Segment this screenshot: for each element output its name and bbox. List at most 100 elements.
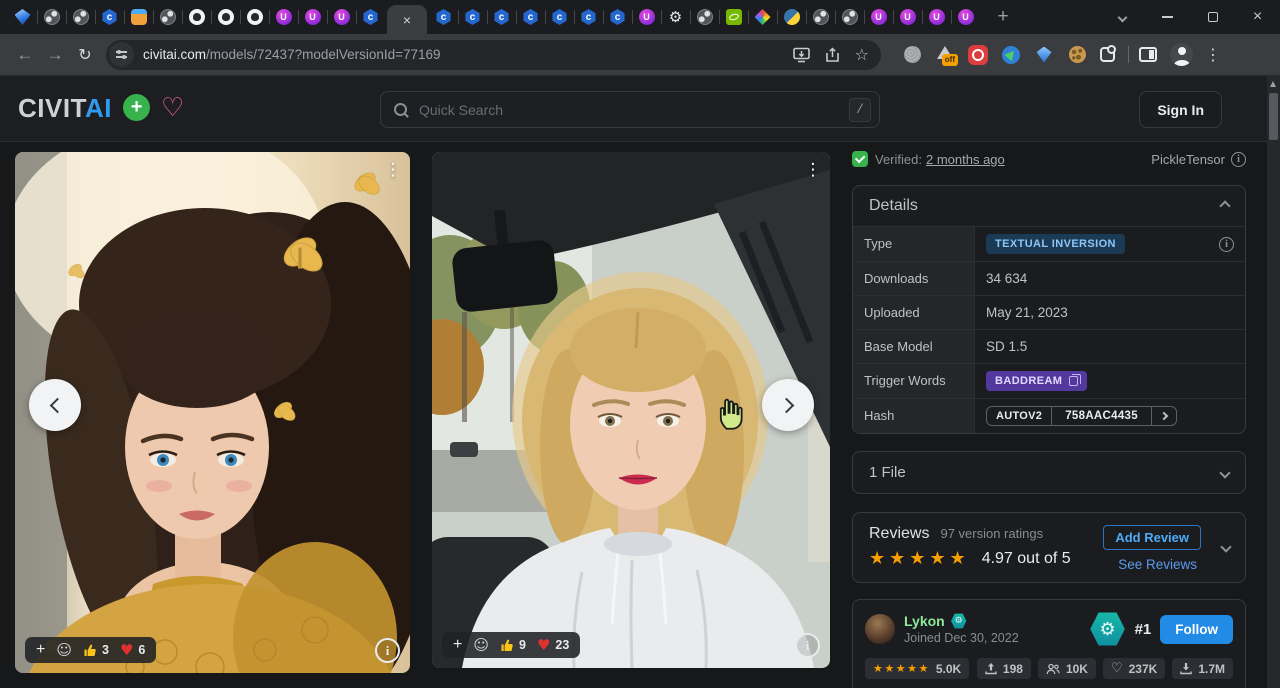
type-badge[interactable]: TEXTUAL INVERSION (986, 234, 1125, 254)
url-text[interactable]: civitai.com/models/72437?modelVersionId=… (143, 47, 441, 62)
side-panel-icon[interactable] (1139, 47, 1157, 62)
carousel-prev-button[interactable] (29, 379, 81, 431)
tab-search-chevron-icon[interactable] (1100, 0, 1145, 34)
tab-close-icon[interactable]: × (403, 13, 411, 27)
restore-button[interactable] (1190, 0, 1235, 34)
browser-tab[interactable] (690, 0, 719, 34)
quick-search-box[interactable]: / (380, 91, 880, 128)
browser-tab[interactable] (458, 0, 487, 34)
browser-tab[interactable] (951, 0, 980, 34)
browser-tab[interactable] (95, 0, 124, 34)
browser-tab[interactable] (487, 0, 516, 34)
browser-tab[interactable] (806, 0, 835, 34)
image-info-icon[interactable] (375, 638, 400, 663)
add-review-button[interactable]: Add Review (1103, 525, 1201, 550)
smiley-reaction-icon[interactable]: ☺ (56, 643, 72, 658)
share-icon[interactable] (825, 47, 840, 63)
hash-value[interactable]: 758AAC4435 (1051, 407, 1151, 425)
browser-tab[interactable] (864, 0, 893, 34)
back-icon[interactable]: ← (10, 45, 40, 65)
browser-tab[interactable] (66, 0, 95, 34)
browser-tab[interactable] (719, 0, 748, 34)
browser-tab[interactable] (153, 0, 182, 34)
browser-tab[interactable] (327, 0, 356, 34)
heart-reaction[interactable]: ♥ 23 (537, 638, 569, 653)
blue-green-globe-extension-icon[interactable] (1001, 45, 1021, 65)
smiley-reaction-icon[interactable]: ☺ (473, 638, 489, 653)
mountain-off-extension-icon[interactable]: off (935, 45, 955, 65)
add-reaction-icon[interactable]: + (453, 637, 462, 653)
puzzle-extension-icon[interactable] (1100, 47, 1115, 62)
install-icon[interactable] (793, 47, 810, 63)
browser-tab[interactable] (545, 0, 574, 34)
browser-tab[interactable] (124, 0, 153, 34)
site-info-icon[interactable] (109, 42, 134, 67)
browser-tab[interactable] (211, 0, 240, 34)
browser-tab[interactable] (240, 0, 269, 34)
heart-count: 23 (555, 638, 569, 652)
page-scrollbar[interactable] (1267, 76, 1280, 688)
civitai-logo[interactable]: CIVITAI (18, 95, 112, 121)
browser-menu-icon[interactable]: ⋮ (1205, 45, 1221, 64)
support-heart-icon[interactable]: ♡ (161, 95, 184, 121)
follow-button[interactable]: Follow (1160, 615, 1233, 644)
creator-name[interactable]: Lykon (904, 613, 945, 629)
browser-tab[interactable] (429, 0, 458, 34)
active-browser-tab[interactable]: × (387, 5, 427, 34)
creator-avatar[interactable] (865, 614, 895, 644)
forward-icon[interactable]: → (40, 45, 70, 65)
browser-tab[interactable] (574, 0, 603, 34)
heart-reaction[interactable]: ♥ 6 (120, 643, 145, 658)
profile-avatar-icon[interactable] (1170, 43, 1193, 66)
scrollbar-thumb[interactable] (1269, 93, 1278, 140)
format-info-icon[interactable] (1231, 152, 1246, 167)
hash-pill[interactable]: AUTOV2 758AAC4435 (986, 406, 1177, 426)
cookie-extension-icon[interactable] (1067, 45, 1087, 65)
reload-icon[interactable]: ↻ (70, 45, 100, 65)
browser-tab[interactable] (922, 0, 951, 34)
browser-tab[interactable] (748, 0, 777, 34)
globe-favicon (160, 9, 176, 25)
browser-tab[interactable] (835, 0, 864, 34)
card-menu-icon[interactable]: ⋮ (802, 158, 824, 182)
image-info-icon[interactable] (795, 633, 820, 658)
browser-tab[interactable] (298, 0, 327, 34)
scrollbar-up-arrow[interactable] (1270, 81, 1276, 87)
browser-tab[interactable] (37, 0, 66, 34)
browser-tab[interactable] (661, 0, 690, 34)
add-reaction-icon[interactable]: + (36, 642, 45, 658)
details-header[interactable]: Details (853, 186, 1245, 226)
globe-extension-icon[interactable] (902, 45, 922, 65)
browser-tab[interactable] (603, 0, 632, 34)
browser-tab[interactable] (893, 0, 922, 34)
browser-tab[interactable] (182, 0, 211, 34)
type-info-icon[interactable] (1219, 237, 1234, 252)
create-plus-button[interactable]: + (123, 94, 150, 121)
browser-tab[interactable] (516, 0, 545, 34)
like-reaction[interactable]: 9 (500, 638, 526, 652)
gem-extension-icon[interactable] (1034, 45, 1054, 65)
see-reviews-link[interactable]: See Reviews (1118, 557, 1197, 572)
browser-tab[interactable] (356, 0, 385, 34)
red-ring-extension-icon[interactable] (968, 45, 988, 65)
files-accordion[interactable]: 1 File (852, 451, 1246, 494)
like-reaction[interactable]: 3 (83, 643, 109, 657)
sign-in-button[interactable]: Sign In (1139, 91, 1222, 128)
browser-tab[interactable] (8, 0, 37, 34)
bookmark-star-icon[interactable]: ☆ (855, 47, 869, 63)
close-window-button[interactable]: × (1235, 0, 1280, 34)
hash-expand-button[interactable] (1151, 407, 1176, 425)
address-bar[interactable]: civitai.com/models/72437?modelVersionId=… (106, 40, 881, 70)
minimize-button[interactable] (1145, 0, 1190, 34)
browser-tab[interactable] (269, 0, 298, 34)
carousel-next-button[interactable] (762, 379, 814, 431)
trigger-word-badge[interactable]: BADDREAM (986, 371, 1087, 391)
browser-tab[interactable] (777, 0, 806, 34)
card-menu-icon[interactable]: ⋮ (382, 158, 404, 182)
new-tab-button[interactable]: + (990, 4, 1016, 30)
verified-time-link[interactable]: 2 months ago (926, 152, 1005, 167)
civitai-favicon (523, 9, 539, 25)
civitai-favicon (581, 9, 597, 25)
search-input[interactable] (419, 102, 849, 118)
browser-tab[interactable] (632, 0, 661, 34)
